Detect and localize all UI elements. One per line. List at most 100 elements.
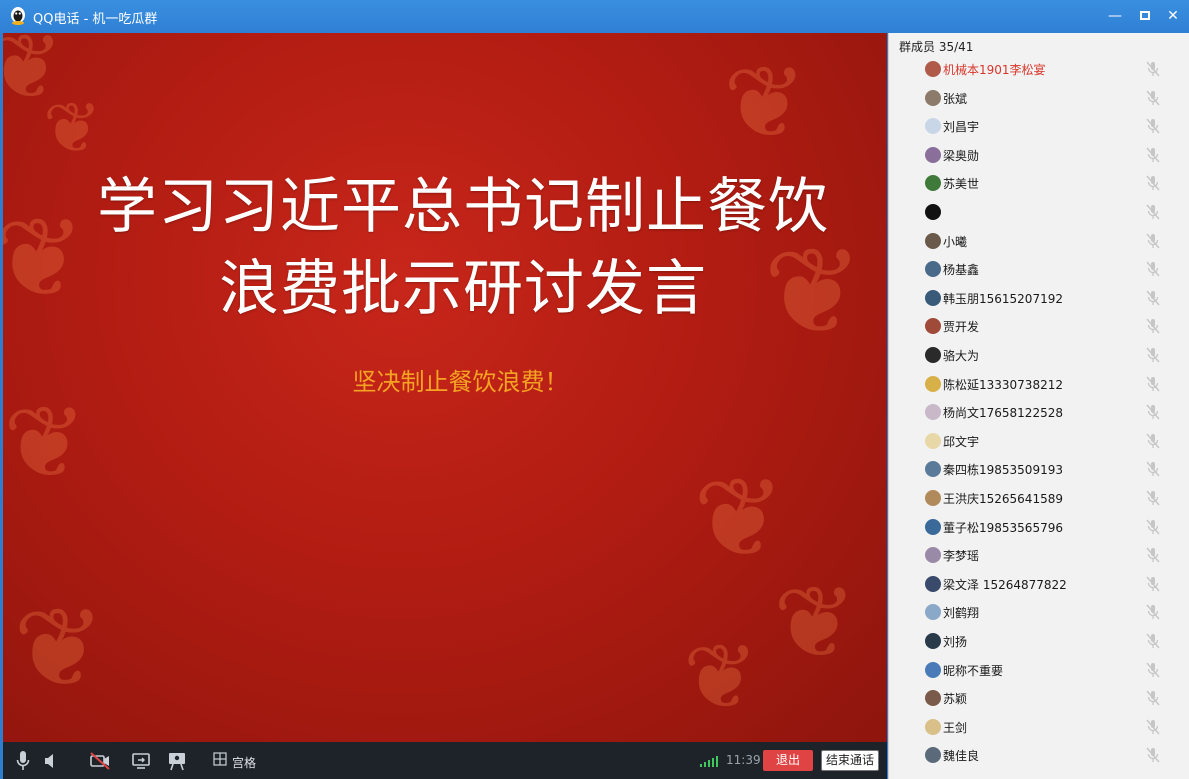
member-row[interactable]: 昵称不重要 [889, 656, 1189, 684]
member-name: 苏美世 [943, 177, 980, 192]
close-icon: ✕ [1167, 8, 1179, 24]
avatar [925, 61, 941, 77]
member-row[interactable]: 梁文泽 15264877822 [889, 570, 1189, 598]
avatar [925, 432, 941, 449]
member-row[interactable]: 王洪庆15265641589 [889, 484, 1189, 512]
member-name: 王剑 [943, 720, 968, 735]
member-row[interactable]: 李梦瑶 [889, 541, 1189, 569]
member-name: 机械本1901李松宴 [943, 63, 1046, 77]
member-row[interactable]: 刘扬 [889, 627, 1189, 655]
mic-muted-icon [1146, 90, 1160, 106]
mic-muted-icon [1146, 261, 1160, 277]
grid-view-button[interactable] [213, 752, 227, 774]
grid-view-label[interactable]: 宫格 [232, 754, 256, 771]
member-row[interactable]: 机械本1901李松宴 [889, 55, 1189, 83]
camera-off-icon [90, 752, 110, 770]
avatar [925, 232, 941, 249]
exit-button[interactable]: 退出 [763, 750, 813, 771]
avatar [925, 718, 941, 735]
avatar [925, 661, 941, 678]
shared-screen-slide: ❦ ❦ ❦ ❦ ❦ ❦ ❦ ❦ ❦ ❦ 学习习近平总书记制止餐饮 浪费批示研讨发… [3, 33, 887, 742]
avatar [925, 747, 941, 764]
camera-button[interactable] [89, 750, 111, 772]
screen-share-button[interactable] [131, 750, 151, 772]
slide-title-line-1: 学习习近平总书记制止餐饮 [97, 172, 829, 242]
member-row[interactable]: 梁奥勋 [889, 141, 1189, 169]
member-name: 梁文泽 15264877822 [943, 577, 1067, 592]
member-name: 刘昌宇 [943, 120, 980, 135]
member-row[interactable]: 杨尚文17658122528 [889, 398, 1189, 426]
member-name: 董子松19853565796 [943, 520, 1063, 535]
leaf-decoration-icon: ❦ [13, 584, 106, 712]
qq-call-window: QQ电话 - 机一吃瓜群 — ✕ ❦ ❦ ❦ ❦ ❦ ❦ ❦ ❦ ❦ ❦ 学习习… [0, 0, 1189, 779]
member-list-panel[interactable]: 群成员 35/41 机械本1901李松宴张斌刘昌宇梁奥勋苏美世小曦杨基鑫 韩玉朋1… [888, 33, 1189, 779]
member-name: 小曦 [943, 234, 968, 249]
presentation-button[interactable] [167, 750, 187, 772]
call-time: 11:39 [726, 753, 761, 767]
member-name: 刘扬 [943, 635, 968, 649]
member-row[interactable]: 陈松延13330738212 [889, 370, 1189, 398]
leaf-decoration-icon: ❦ [723, 44, 807, 161]
maximize-icon [1140, 11, 1150, 20]
avatar [925, 118, 941, 135]
member-row[interactable]: 韩玉朋15615207192 [889, 284, 1189, 312]
avatar [925, 404, 941, 421]
member-row[interactable]: 王剑 [889, 713, 1189, 741]
mic-muted-icon [1146, 576, 1160, 592]
qq-penguin-icon [11, 7, 25, 25]
member-row[interactable]: 刘昌宇 [889, 112, 1189, 140]
avatar [925, 575, 941, 592]
leaf-decoration-icon: ❦ [43, 87, 102, 169]
mic-muted-icon [1146, 404, 1160, 420]
title-bar: QQ电话 - 机一吃瓜群 — ✕ [0, 0, 1189, 33]
mic-muted-icon [1146, 376, 1160, 392]
member-row[interactable]: 小曦 [889, 227, 1189, 255]
member-row[interactable]: 张斌 [889, 84, 1189, 112]
window-title: QQ电话 - 机一吃瓜群 [33, 12, 158, 27]
mic-muted-icon [1146, 118, 1160, 134]
member-row[interactable]: 董子松19853565796 [889, 513, 1189, 541]
member-name: 魏佳良 [943, 749, 980, 764]
member-row[interactable]: 秦四栋19853509193 [889, 455, 1189, 483]
member-name: 梁奥勋 [943, 148, 980, 163]
avatar [925, 318, 941, 335]
member-name: 秦四栋19853509193 [943, 463, 1063, 478]
mic-muted-icon [1146, 633, 1160, 649]
member-row[interactable]: 贾开发 [889, 312, 1189, 340]
member-name: 邱文宇 [943, 434, 980, 449]
slide-title-line-2: 浪费批示研讨发言 [219, 254, 707, 324]
mic-muted-icon [1146, 433, 1160, 449]
mic-muted-icon [1146, 233, 1160, 249]
member-name: 王洪庆15265641589 [943, 492, 1063, 506]
mic-muted-icon [1146, 747, 1160, 763]
mic-muted-icon [1146, 690, 1160, 706]
avatar [925, 204, 941, 220]
mic-muted-icon [1146, 204, 1160, 220]
member-row[interactable]: 邱文宇 [889, 427, 1189, 455]
leaf-decoration-icon: ❦ [3, 384, 87, 501]
member-row[interactable]: 魏佳良 [889, 741, 1189, 769]
member-count: 群成员 35/41 [899, 40, 974, 54]
microphone-button[interactable] [15, 750, 31, 772]
microphone-icon [16, 751, 30, 770]
close-button[interactable]: ✕ [1162, 5, 1184, 27]
member-row[interactable]: 杨基鑫 [889, 255, 1189, 283]
leaf-decoration-icon: ❦ [3, 33, 64, 120]
speaker-button[interactable] [43, 750, 59, 772]
member-row[interactable]: 苏美世 [889, 169, 1189, 197]
member-row[interactable]: 刘鹤翔 [889, 598, 1189, 626]
member-row[interactable]: 苏颖 [889, 684, 1189, 712]
avatar [925, 175, 941, 192]
mic-muted-icon [1146, 347, 1160, 363]
end-call-button[interactable]: 结束通话 [821, 750, 879, 771]
avatar [925, 690, 941, 707]
minimize-button[interactable]: — [1104, 5, 1126, 27]
mic-muted-icon [1146, 61, 1160, 77]
slide-subtitle: 坚决制止餐饮浪费！ [352, 368, 569, 396]
slide-title: 学习习近平总书记制止餐饮 浪费批示研讨发言 [43, 166, 883, 330]
member-row[interactable] [889, 198, 1189, 226]
member-row[interactable]: 骆大为 [889, 341, 1189, 369]
mic-muted-icon [1146, 175, 1160, 191]
mic-muted-icon [1146, 519, 1160, 535]
maximize-button[interactable] [1134, 5, 1156, 27]
